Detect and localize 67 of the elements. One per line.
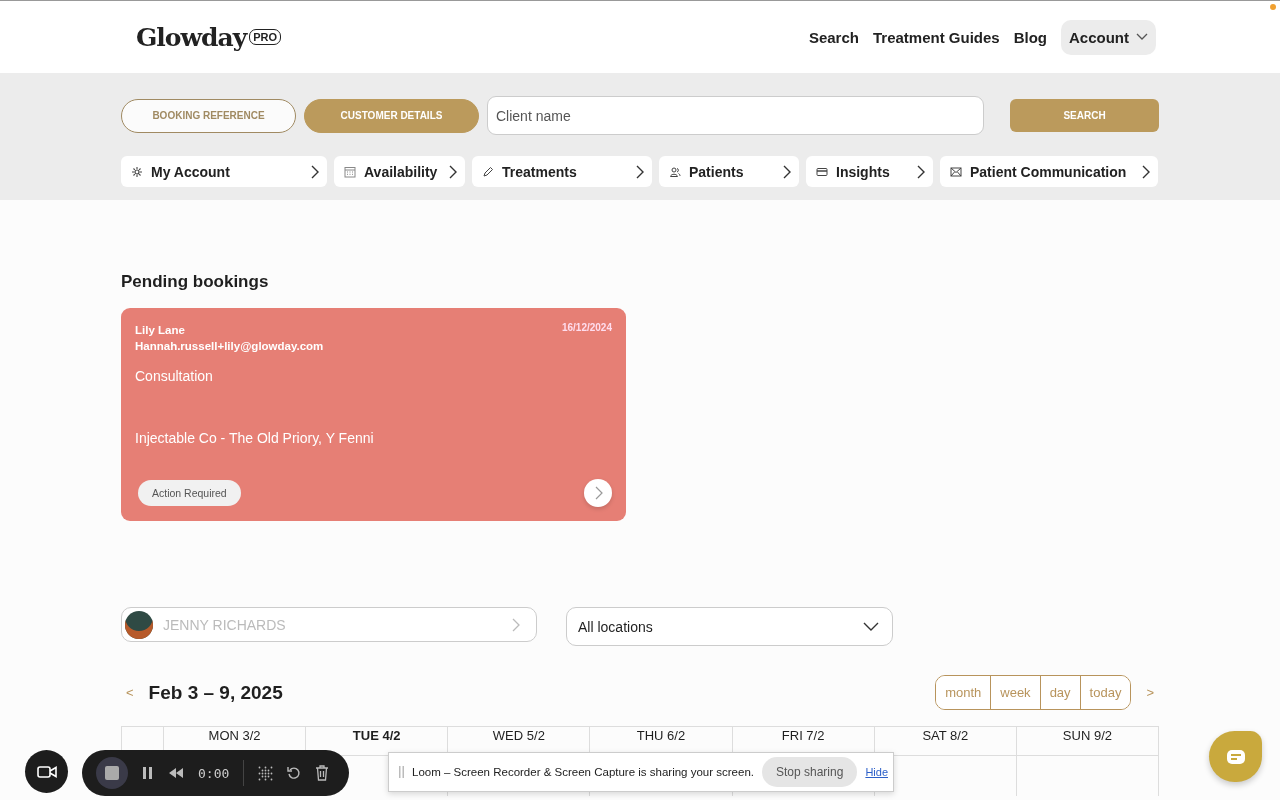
pause-icon[interactable] xyxy=(142,766,154,780)
stop-icon xyxy=(105,766,119,780)
recording-timer: 0:00 xyxy=(198,765,230,781)
day-header: SAT 8/2 xyxy=(922,728,969,743)
calendar-cell[interactable] xyxy=(1015,755,1158,796)
chevron-right-icon xyxy=(447,164,457,179)
day-header: MON 3/2 xyxy=(208,728,261,743)
client-name-field[interactable]: Client name xyxy=(487,96,984,135)
stop-sharing-button[interactable]: Stop sharing xyxy=(762,757,858,787)
clinic-location: Injectable Co - The Old Priory, Y Fenni xyxy=(135,430,375,446)
booking-date: 16/12/2024 xyxy=(561,322,612,335)
treatment-name: Consultation xyxy=(135,368,214,384)
client-email: Hannah.russell+lily@glowday.com xyxy=(135,339,324,354)
open-booking-button[interactable] xyxy=(584,479,612,507)
avatar xyxy=(125,610,153,639)
nav-link[interactable]: Treatment Guides xyxy=(872,28,1000,46)
practitioner-name: JENNY RICHARDS xyxy=(163,616,287,633)
menu-item[interactable]: Patients xyxy=(659,156,799,187)
chevron-down-icon xyxy=(1136,33,1148,41)
status-pill: Action Required xyxy=(138,480,241,506)
envelope-icon xyxy=(950,165,962,178)
trash-icon[interactable] xyxy=(315,765,330,781)
sharing-message: Loom – Screen Recorder & Screen Capture is sharing your screen. xyxy=(412,766,754,778)
day-header: TUE 4/2 xyxy=(352,728,401,743)
chevron-right-icon xyxy=(915,164,925,179)
menu-item[interactable]: Availability xyxy=(334,156,465,187)
dots-grid-icon[interactable] xyxy=(258,765,274,781)
recording-indicator-icon xyxy=(1270,4,1276,10)
hide-link[interactable]: Hide xyxy=(865,766,888,778)
booking-card[interactable]: Lily Lane Hannah.russell+lily@glowday.com 16/12/2024 Consultation Injectable Co - The Old Priory, Y Fenni Action Required xyxy=(121,308,626,521)
day-header: THU 6/2 xyxy=(636,728,686,743)
section-heading: Pending bookings xyxy=(121,272,270,292)
chevron-right-icon xyxy=(1140,164,1150,179)
day-header: FRI 7/2 xyxy=(781,728,825,743)
pencil-icon xyxy=(482,165,494,178)
gear-icon xyxy=(131,165,143,178)
camera-button[interactable] xyxy=(25,750,68,793)
calendar-icon xyxy=(344,165,356,178)
nav-link[interactable]: Blog xyxy=(1013,28,1047,46)
chevron-right-icon xyxy=(781,164,791,179)
pro-badge: PRO xyxy=(249,29,282,45)
people-icon xyxy=(669,165,681,178)
menu-item[interactable]: Patient Communication xyxy=(940,156,1158,187)
logo[interactable]: Glowday xyxy=(136,22,247,52)
week-range-title: Feb 3 – 9, 2025 xyxy=(148,681,283,704)
card-icon xyxy=(816,165,828,178)
account-menu-button[interactable]: Account xyxy=(1061,19,1156,55)
chat-bubble-icon xyxy=(1225,748,1246,765)
chevron-right-icon xyxy=(510,617,520,632)
video-camera-icon xyxy=(36,764,57,779)
day-header: SUN 9/2 xyxy=(1062,728,1112,743)
chevron-right-icon xyxy=(309,164,319,179)
restart-icon[interactable] xyxy=(287,766,302,780)
chevron-right-icon xyxy=(593,486,603,500)
drag-handle-icon xyxy=(399,766,404,778)
chevron-down-icon xyxy=(863,622,879,631)
client-name: Lily Lane xyxy=(135,323,186,338)
location-dropdown[interactable]: All locations xyxy=(566,607,893,646)
stop-recording-button[interactable] xyxy=(96,757,128,789)
menu-item[interactable]: Insights xyxy=(806,156,933,187)
dropdown-value: All locations xyxy=(578,618,653,635)
rewind-icon[interactable] xyxy=(168,767,184,779)
nav-link[interactable]: Search xyxy=(808,28,859,46)
menu-item[interactable]: Treatments xyxy=(472,156,652,187)
day-header: WED 5/2 xyxy=(492,728,545,743)
menu-item[interactable]: My Account xyxy=(121,156,327,187)
chevron-right-icon xyxy=(634,164,644,179)
